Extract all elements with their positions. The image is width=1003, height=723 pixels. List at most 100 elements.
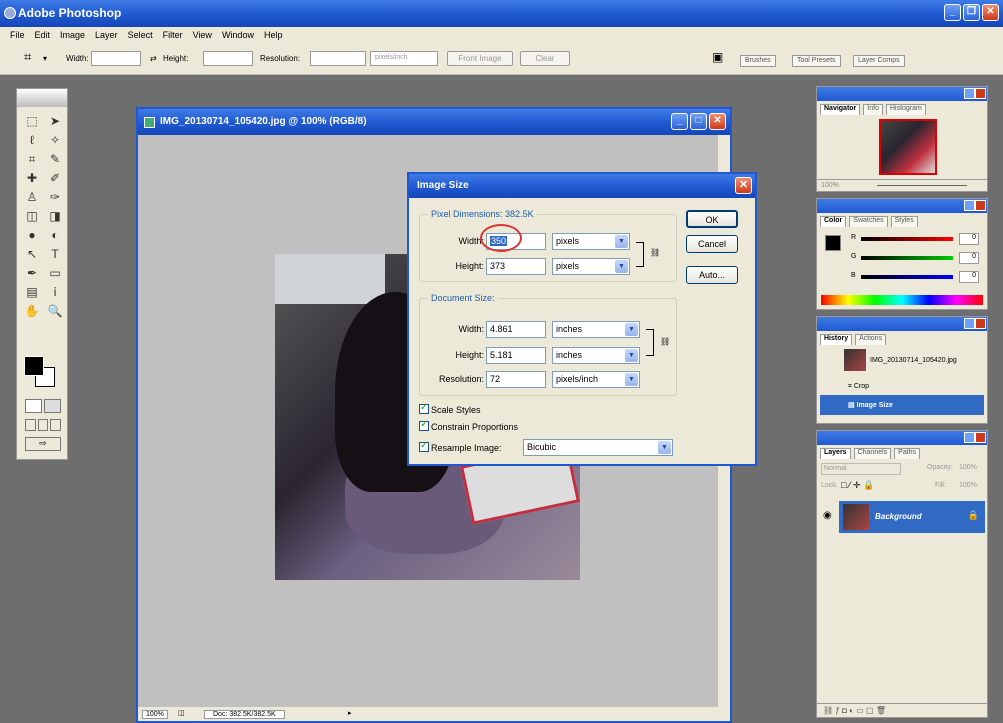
blue-slider[interactable] [861,275,953,279]
minimize-button[interactable]: _ [944,4,961,21]
status-icon[interactable]: ◫ [178,709,185,717]
navigator-zoom[interactable]: 100% [821,182,839,189]
lock-icons[interactable]: □ ⁄ ✛ 🔒 [841,480,874,491]
doc-maximize-button[interactable]: □ [690,113,707,130]
crop-tool-icon[interactable]: ⌗ [24,49,31,65]
layer-style-icon[interactable]: ƒ [835,706,839,715]
tool-preset-arrow-icon[interactable]: ▾ [43,54,47,63]
jump-to-imageready-icon[interactable]: ⇨ [25,437,61,451]
move-icon[interactable]: ➤ [45,113,65,129]
resolution-unit-select[interactable]: pixels/inch ▼ [552,371,640,388]
stamp-icon[interactable]: ♙ [22,189,42,205]
crop-icon[interactable]: ⌗ [22,151,42,167]
dialog-close-button[interactable]: ✕ [735,177,752,194]
standard-mode-icon[interactable] [25,399,42,413]
menu-image[interactable]: Image [60,30,85,40]
doc-minimize-button[interactable]: _ [671,113,688,130]
panel-close-button[interactable] [975,318,986,329]
gradient-icon[interactable]: ◨ [45,208,65,224]
eyedropper-icon[interactable]: ⅰ [45,284,65,300]
resample-image-checkbox[interactable]: Resample Image: [419,440,502,453]
panel-minimize-button[interactable] [964,88,975,99]
resolution-field[interactable] [310,51,366,66]
navigator-slider[interactable] [877,185,967,186]
pixel-width-unit-select[interactable]: pixels ▼ [552,233,630,250]
tab-histogram[interactable]: Histogram [885,104,926,115]
tab-layers[interactable]: Layers [820,448,851,459]
color-ramp[interactable] [821,295,983,305]
panel-close-button[interactable] [975,200,986,211]
pixel-height-input[interactable]: 373 [486,258,546,275]
zoom-icon[interactable]: 🔍 [45,303,65,319]
menu-view[interactable]: View [193,30,212,40]
lasso-icon[interactable]: ℓ [22,132,42,148]
tab-paths[interactable]: Paths [894,448,921,459]
close-button[interactable]: ✕ [982,4,999,21]
panel-minimize-button[interactable] [964,318,975,329]
panel-close-button[interactable] [975,432,986,443]
red-slider[interactable] [861,237,953,241]
tab-history[interactable]: History [820,334,853,345]
blur-icon[interactable]: ● [22,227,42,243]
path-select-icon[interactable]: ↖ [22,246,42,262]
clear-button[interactable]: Clear [520,51,570,66]
green-value[interactable]: 0 [959,252,979,264]
zoom-field[interactable]: 100% [142,710,168,719]
notes-icon[interactable]: ▤ [22,284,42,300]
new-group-icon[interactable]: ▭ [856,706,864,715]
auto-button[interactable]: Auto... [686,266,738,284]
doc-width-unit-select[interactable]: inches ▼ [552,321,640,338]
tab-styles[interactable]: Styles [890,216,918,227]
status-menu-arrow-icon[interactable]: ▸ [348,709,352,717]
dodge-icon[interactable]: ◐ [45,227,65,243]
tab-actions[interactable]: Actions [855,334,887,345]
shape-icon[interactable]: ▭ [45,265,65,281]
menu-layer[interactable]: Layer [95,30,118,40]
navigator-thumbnail[interactable] [879,119,937,175]
doc-close-button[interactable]: ✕ [709,113,726,130]
brush-icon[interactable]: ✐ [45,170,65,186]
panel-minimize-button[interactable] [964,200,975,211]
fill-value[interactable]: 100% [959,482,977,489]
restore-button[interactable]: ❐ [963,4,980,21]
screen-mode-full-menu-icon[interactable] [37,419,49,431]
file-browser-icon[interactable]: ▣ [712,50,723,64]
resample-method-select[interactable]: Bicubic ▼ [523,439,673,456]
screen-mode-standard-icon[interactable] [25,419,36,431]
menu-window[interactable]: Window [222,30,254,40]
tab-swatches[interactable]: Swatches [849,216,888,227]
tab-channels[interactable]: Channels [853,448,892,459]
slice-icon[interactable]: ✎ [45,151,65,167]
resolution-input[interactable]: 72 [486,371,546,388]
blue-value[interactable]: 0 [959,271,979,283]
blend-mode-select[interactable]: Normal [821,463,901,475]
swap-icon[interactable]: ⇄ [150,54,157,63]
marquee-icon[interactable]: ⬚ [22,113,42,129]
red-value[interactable]: 0 [959,233,979,245]
new-layer-icon[interactable]: ▢ [866,706,874,715]
height-field[interactable] [203,51,253,66]
history-snapshot[interactable]: IMG_20130714_105420.jpg [820,347,984,375]
opacity-value[interactable]: 100% [959,464,977,471]
eraser-icon[interactable]: ◫ [22,208,42,224]
pen-icon[interactable]: ✒ [22,265,42,281]
menu-file[interactable]: File [10,30,25,40]
eye-icon[interactable]: ◉ [823,510,832,521]
ok-button[interactable]: OK [686,210,738,228]
hand-icon[interactable]: ✋ [22,303,42,319]
foreground-color-swatch[interactable] [24,356,44,376]
cancel-button[interactable]: Cancel [686,235,738,253]
quick-mask-icon[interactable] [44,399,61,413]
tab-brushes[interactable]: Brushes [740,55,776,67]
layer-row-background[interactable]: Background 🔒 [839,501,985,533]
screen-mode-full-icon[interactable] [50,419,62,431]
panel-close-button[interactable] [975,88,986,99]
history-brush-icon[interactable]: ✑ [45,189,65,205]
doc-height-input[interactable]: 5.181 [486,347,546,364]
layer-mask-icon[interactable]: ◘ [842,706,847,715]
menu-help[interactable]: Help [264,30,283,40]
width-field[interactable] [91,51,141,66]
green-slider[interactable] [861,256,953,260]
constrain-proportions-checkbox[interactable]: Constrain Proportions [419,419,518,432]
adjustment-layer-icon[interactable]: ◐ [849,706,854,715]
